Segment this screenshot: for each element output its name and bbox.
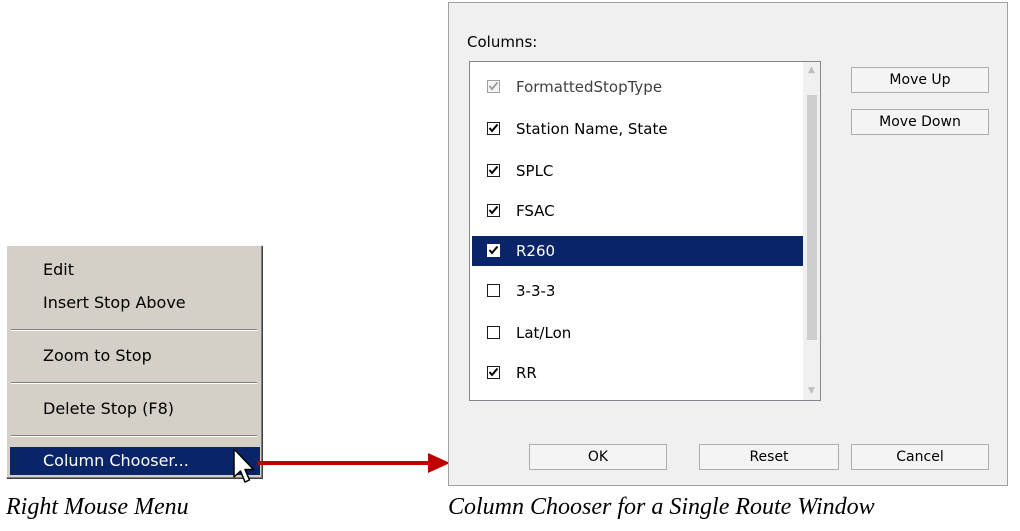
reset-button[interactable]: Reset (699, 444, 839, 470)
checkmark-icon (488, 81, 499, 91)
column-item-label: SPLC (516, 162, 554, 180)
column-item-formattedstoptype[interactable]: FormattedStopType (472, 72, 803, 102)
checkmark-icon (488, 367, 499, 377)
caption-column-chooser: Column Chooser for a Single Route Window (448, 494, 875, 520)
menu-separator (11, 329, 257, 331)
checkmark-icon (488, 205, 499, 215)
column-item-label: Station Name, State (516, 120, 668, 138)
column-item-3-3-3[interactable]: 3-3-3 (472, 276, 803, 306)
checkbox[interactable] (487, 122, 500, 135)
columns-label: Columns: (467, 33, 538, 51)
arrow-right-icon (258, 453, 450, 473)
column-item-lat-lon[interactable]: Lat/Lon (472, 318, 803, 348)
column-item-label: FormattedStopType (516, 78, 663, 96)
column-item-label: FSAC (516, 202, 555, 220)
context-menu: Edit Insert Stop Above Zoom to Stop Dele… (6, 245, 262, 478)
checkbox[interactable] (487, 204, 500, 217)
scrollbar-thumb[interactable] (807, 95, 817, 340)
checkbox[interactable] (487, 366, 500, 379)
column-item-label: R260 (516, 242, 556, 260)
column-item-fsac[interactable]: FSAC (472, 196, 803, 226)
ok-button[interactable]: OK (529, 444, 667, 470)
scroll-up-arrow-icon[interactable]: ▲ (803, 62, 820, 79)
column-chooser-dialog: Columns: FormattedStopType Station Name,… (448, 2, 1008, 486)
checkbox[interactable] (487, 244, 500, 257)
menu-item-delete-stop[interactable]: Delete Stop (F8) (7, 395, 261, 423)
column-item-splc[interactable]: SPLC (472, 156, 803, 186)
cancel-button[interactable]: Cancel (851, 444, 989, 470)
menu-separator (11, 382, 257, 384)
checkbox[interactable] (487, 80, 500, 93)
columns-listbox[interactable]: FormattedStopType Station Name, State SP… (469, 61, 821, 401)
checkmark-icon (488, 165, 499, 175)
move-up-button[interactable]: Move Up (851, 67, 989, 93)
column-item-label: 3-3-3 (516, 282, 556, 300)
checkmark-icon (488, 123, 499, 133)
checkbox[interactable] (487, 164, 500, 177)
column-item-station-name-state[interactable]: Station Name, State (472, 114, 803, 144)
column-item-label: Lat/Lon (516, 324, 572, 342)
column-item-label: RR (516, 364, 537, 382)
move-down-button[interactable]: Move Down (851, 109, 989, 135)
checkmark-icon (488, 245, 499, 255)
menu-item-column-chooser[interactable]: Column Chooser... (10, 447, 260, 475)
menu-separator (11, 435, 257, 437)
scroll-down-arrow-icon[interactable]: ▼ (803, 383, 820, 400)
column-item-rr[interactable]: RR (472, 358, 803, 388)
menu-item-edit[interactable]: Edit (7, 256, 261, 284)
menu-item-insert-stop-above[interactable]: Insert Stop Above (7, 289, 261, 317)
vertical-scrollbar[interactable]: ▲ ▼ (803, 62, 820, 400)
checkbox[interactable] (487, 284, 500, 297)
column-item-r260[interactable]: R260 (472, 236, 803, 266)
checkbox[interactable] (487, 326, 500, 339)
caption-right-mouse-menu: Right Mouse Menu (6, 494, 189, 520)
menu-item-zoom-to-stop[interactable]: Zoom to Stop (7, 342, 261, 370)
